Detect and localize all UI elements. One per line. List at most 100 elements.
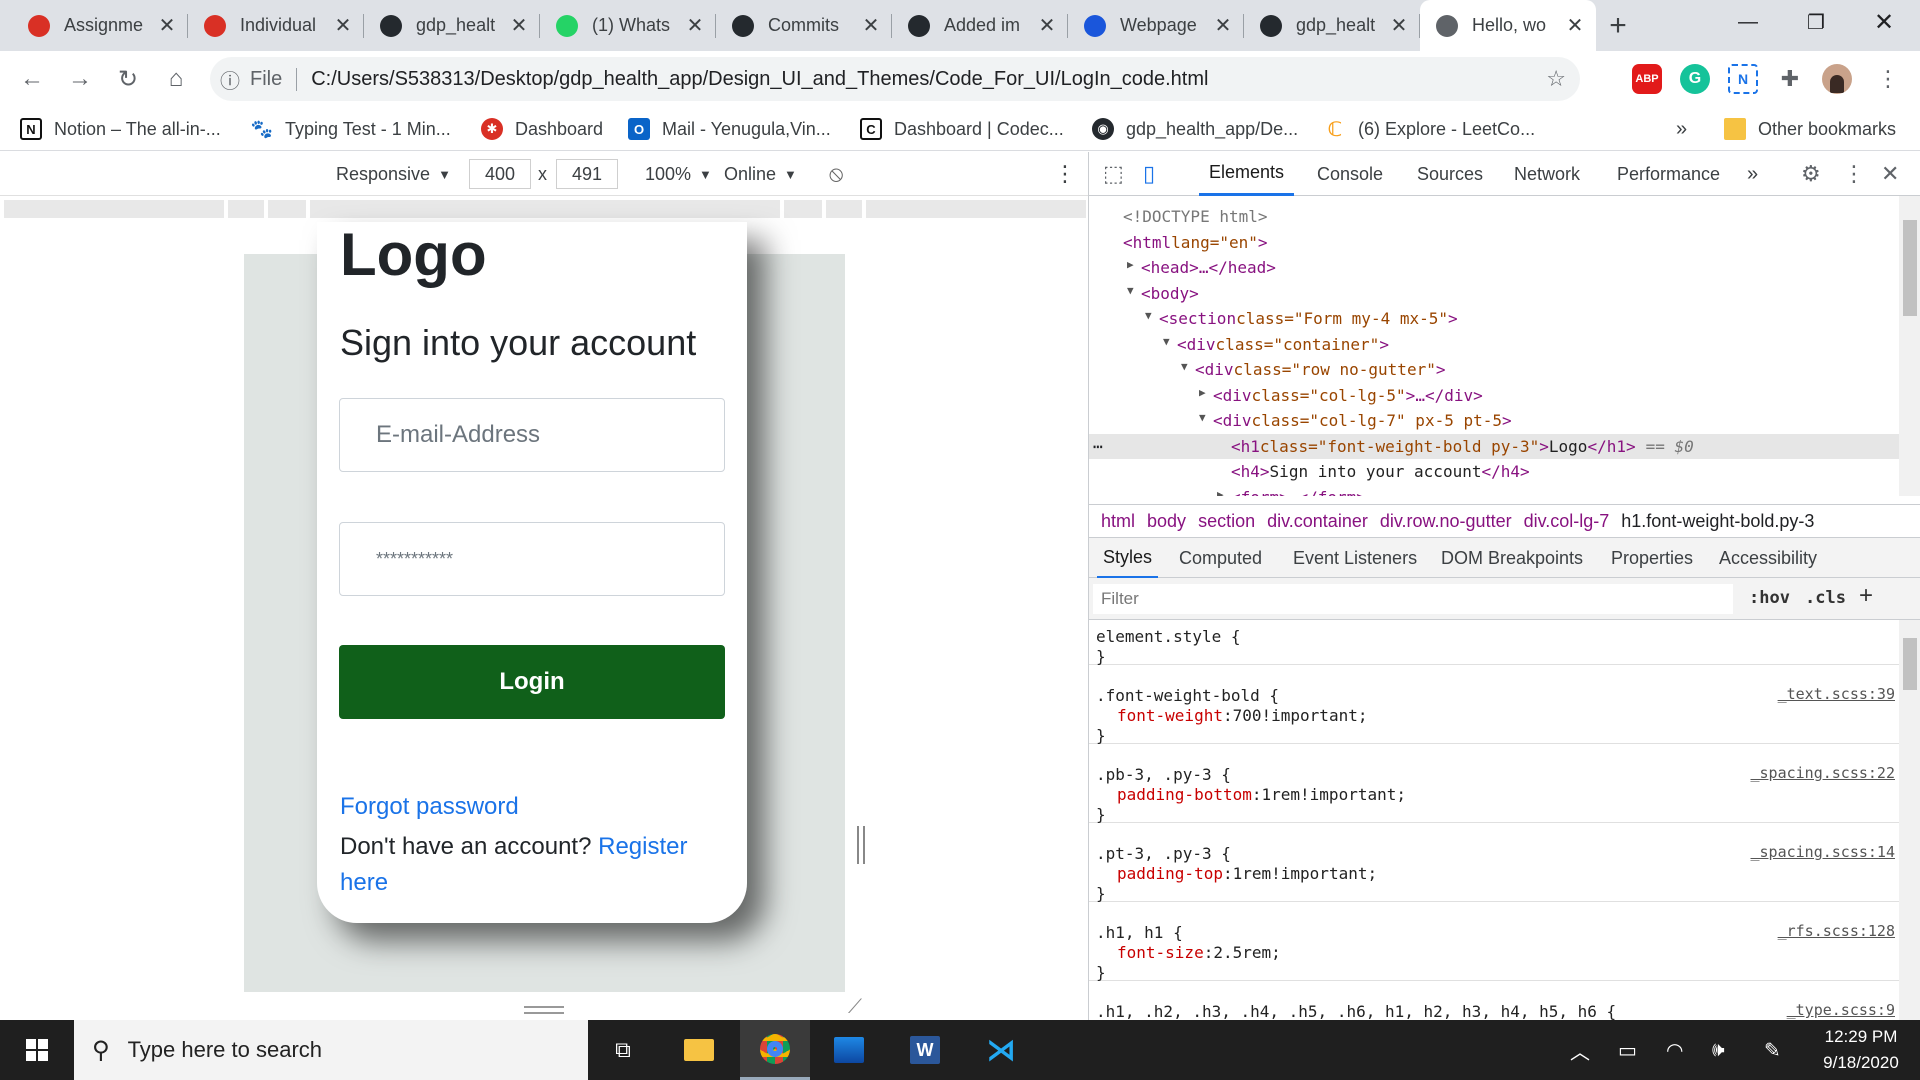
breadcrumb-item[interactable]: body — [1147, 511, 1186, 532]
close-tab-icon[interactable]: ✕ — [1562, 13, 1588, 38]
battery-icon[interactable]: ▭ — [1618, 1020, 1637, 1080]
close-devtools-icon[interactable]: ✕ — [1881, 152, 1899, 196]
dom-node-row[interactable]: ▼ < div class="row no-gutter" > — [1089, 357, 1899, 382]
browser-tab[interactable]: gdp_healt ✕ — [364, 0, 540, 51]
css-property[interactable]: font-size — [1117, 943, 1204, 962]
reload-icon[interactable]: ↻ — [108, 59, 148, 99]
browser-menu-icon[interactable]: ⋮ — [1868, 59, 1908, 99]
tab-dom-breakpoints[interactable]: DOM Breakpoints — [1441, 538, 1583, 578]
vscode-icon[interactable]: ⋊ — [966, 1020, 1036, 1080]
browser-tab[interactable]: Assignme ✕ — [12, 0, 188, 51]
url-text[interactable]: C:/Users/S538313/Desktop/gdp_health_app/… — [311, 68, 1208, 91]
volume-icon[interactable]: 🕪 — [1712, 1020, 1725, 1080]
close-tab-icon[interactable]: ✕ — [1034, 13, 1060, 38]
css-rule[interactable]: element.style {} — [1089, 620, 1899, 666]
dom-node-row[interactable]: ⋯ < h1 class="font-weight-bold py-3" > Logo <… — [1089, 433, 1899, 459]
media-query-segment[interactable] — [866, 200, 1086, 218]
close-window-icon[interactable]: ✕ — [1850, 0, 1918, 44]
css-declaration[interactable]: font-weight: 700!important; — [1117, 703, 1367, 728]
css-source-link[interactable]: _rfs.scss:128 — [1778, 922, 1895, 940]
resize-corner-icon[interactable]: ⟋ — [848, 996, 862, 1019]
height-input[interactable]: 491 — [556, 159, 618, 189]
css-value[interactable]: 1rem!important; — [1233, 864, 1378, 883]
tab-sources[interactable]: Sources — [1417, 152, 1483, 196]
info-icon[interactable]: ⓘ — [210, 65, 250, 94]
tab-performance[interactable]: Performance — [1617, 152, 1720, 196]
forward-icon[interactable]: → — [60, 59, 100, 99]
notion-web-clipper-icon[interactable]: N — [1728, 64, 1758, 94]
task-view-icon[interactable]: ⧉ — [588, 1020, 658, 1080]
close-tab-icon[interactable]: ✕ — [858, 13, 884, 38]
bookmarks-overflow-button[interactable]: » — [1676, 107, 1687, 151]
dom-scrollbar[interactable] — [1899, 196, 1920, 496]
tab-console[interactable]: Console — [1317, 152, 1383, 196]
dom-node-row[interactable]: ▶ < head > …</head> — [1089, 255, 1899, 280]
taskbar-search[interactable]: ⚲ Type here to search — [74, 1020, 588, 1080]
css-source-link[interactable]: _spacing.scss:14 — [1751, 843, 1896, 861]
back-icon[interactable]: ← — [12, 59, 52, 99]
bookmark-leetcode[interactable]: ℂ (6) Explore - LeetCo... — [1324, 107, 1535, 151]
breadcrumb-item[interactable]: div.col-lg-7 — [1524, 511, 1610, 532]
grammarly-icon[interactable]: G — [1680, 64, 1710, 94]
hov-toggle[interactable]: :hov — [1749, 588, 1790, 608]
browser-tab[interactable]: Commits ✕ — [716, 0, 892, 51]
tab-elements[interactable]: Elements — [1199, 152, 1295, 196]
close-tab-icon[interactable]: ✕ — [330, 13, 356, 38]
css-rule[interactable]: .font-weight-bold {_text.scss:39 font-wei… — [1089, 679, 1899, 745]
css-source-link[interactable]: _spacing.scss:22 — [1751, 764, 1896, 782]
dom-node-row[interactable]: ▼ < div class="col-lg-7" px-5 pt-5 > — [1089, 408, 1899, 433]
css-value[interactable]: 2.5rem; — [1213, 943, 1280, 962]
profile-avatar[interactable] — [1822, 64, 1852, 94]
css-property[interactable]: padding-bottom — [1117, 785, 1252, 804]
styles-scrollbar[interactable] — [1899, 620, 1920, 1020]
css-property[interactable]: padding-top — [1117, 864, 1223, 883]
scrollbar-thumb[interactable] — [1903, 638, 1917, 690]
password-field[interactable]: *********** — [339, 522, 725, 596]
close-tab-icon[interactable]: ✕ — [154, 13, 180, 38]
close-tab-icon[interactable]: ✕ — [682, 13, 708, 38]
tab-computed[interactable]: Computed — [1179, 538, 1262, 578]
address-bar[interactable]: ⓘ File C:/Users/S538313/Desktop/gdp_heal… — [210, 57, 1580, 101]
dom-node-row[interactable]: < h4 > Sign into your account </h4> — [1089, 459, 1899, 484]
css-declaration[interactable]: font-size: 2.5rem; — [1117, 940, 1281, 965]
expand-toggle-icon[interactable] — [1109, 233, 1123, 252]
expand-toggle-icon[interactable]: ▼ — [1145, 309, 1159, 328]
tab-styles[interactable]: Styles — [1097, 538, 1159, 578]
css-declaration[interactable]: padding-bottom: 1rem!important; — [1117, 782, 1406, 807]
tab-accessibility[interactable]: Accessibility — [1719, 538, 1817, 578]
more-tabs-icon[interactable]: » — [1747, 152, 1758, 196]
css-rule[interactable]: .pb-3, .py-3 {_spacing.scss:22 padding-bo… — [1089, 758, 1899, 824]
expand-toggle-icon[interactable]: ▼ — [1127, 284, 1141, 303]
devtools-menu-icon[interactable]: ⋮ — [1843, 152, 1865, 196]
dom-node-row[interactable]: ▼ < body > — [1089, 281, 1899, 306]
resize-handle-horizontal[interactable] — [524, 1006, 564, 1014]
pen-icon[interactable]: ✎ — [1764, 1020, 1781, 1080]
file-explorer-icon[interactable] — [664, 1020, 734, 1080]
media-query-segment[interactable] — [310, 200, 780, 218]
breadcrumb-item[interactable]: h1.font-weight-bold.py-3 — [1621, 511, 1814, 532]
expand-toggle-icon[interactable]: ▶ — [1127, 258, 1141, 277]
dom-node-row[interactable]: ▼ < div class="container" > — [1089, 332, 1899, 357]
css-rule[interactable]: .pt-3, .py-3 {_spacing.scss:14 padding-to… — [1089, 837, 1899, 903]
tray-chevron-icon[interactable]: ︿ — [1570, 1020, 1590, 1080]
browser-tab[interactable]: (1) Whats ✕ — [540, 0, 716, 51]
media-query-segment[interactable] — [826, 200, 862, 218]
media-query-segment[interactable] — [4, 200, 224, 218]
dom-node-row[interactable]: ▼ < section class="Form my-4 mx-5" > — [1089, 306, 1899, 331]
login-button[interactable]: Login — [339, 645, 725, 719]
breadcrumb-item[interactable]: div.row.no-gutter — [1380, 511, 1512, 532]
bookmark-star-icon[interactable]: ☆ — [1546, 66, 1566, 92]
rotate-icon[interactable]: ⦸ — [829, 152, 843, 196]
dom-node-row[interactable]: <!DOCTYPE html> — [1089, 204, 1899, 229]
dom-node-ellipsis-icon[interactable]: ⋯ — [1093, 437, 1103, 456]
extensions-puzzle-icon[interactable]: ✚ — [1775, 64, 1805, 94]
minimize-icon[interactable]: — — [1714, 0, 1782, 44]
responsive-dropdown[interactable]: Responsive ▼ — [336, 152, 451, 196]
css-value[interactable]: 700!important; — [1233, 706, 1368, 725]
width-input[interactable]: 400 — [469, 159, 531, 189]
close-tab-icon[interactable]: ✕ — [1210, 13, 1236, 38]
new-tab-button[interactable]: + — [1598, 8, 1638, 44]
breadcrumb-item[interactable]: html — [1101, 511, 1135, 532]
css-value[interactable]: 1rem!important; — [1262, 785, 1407, 804]
word-icon[interactable]: W — [890, 1020, 960, 1080]
